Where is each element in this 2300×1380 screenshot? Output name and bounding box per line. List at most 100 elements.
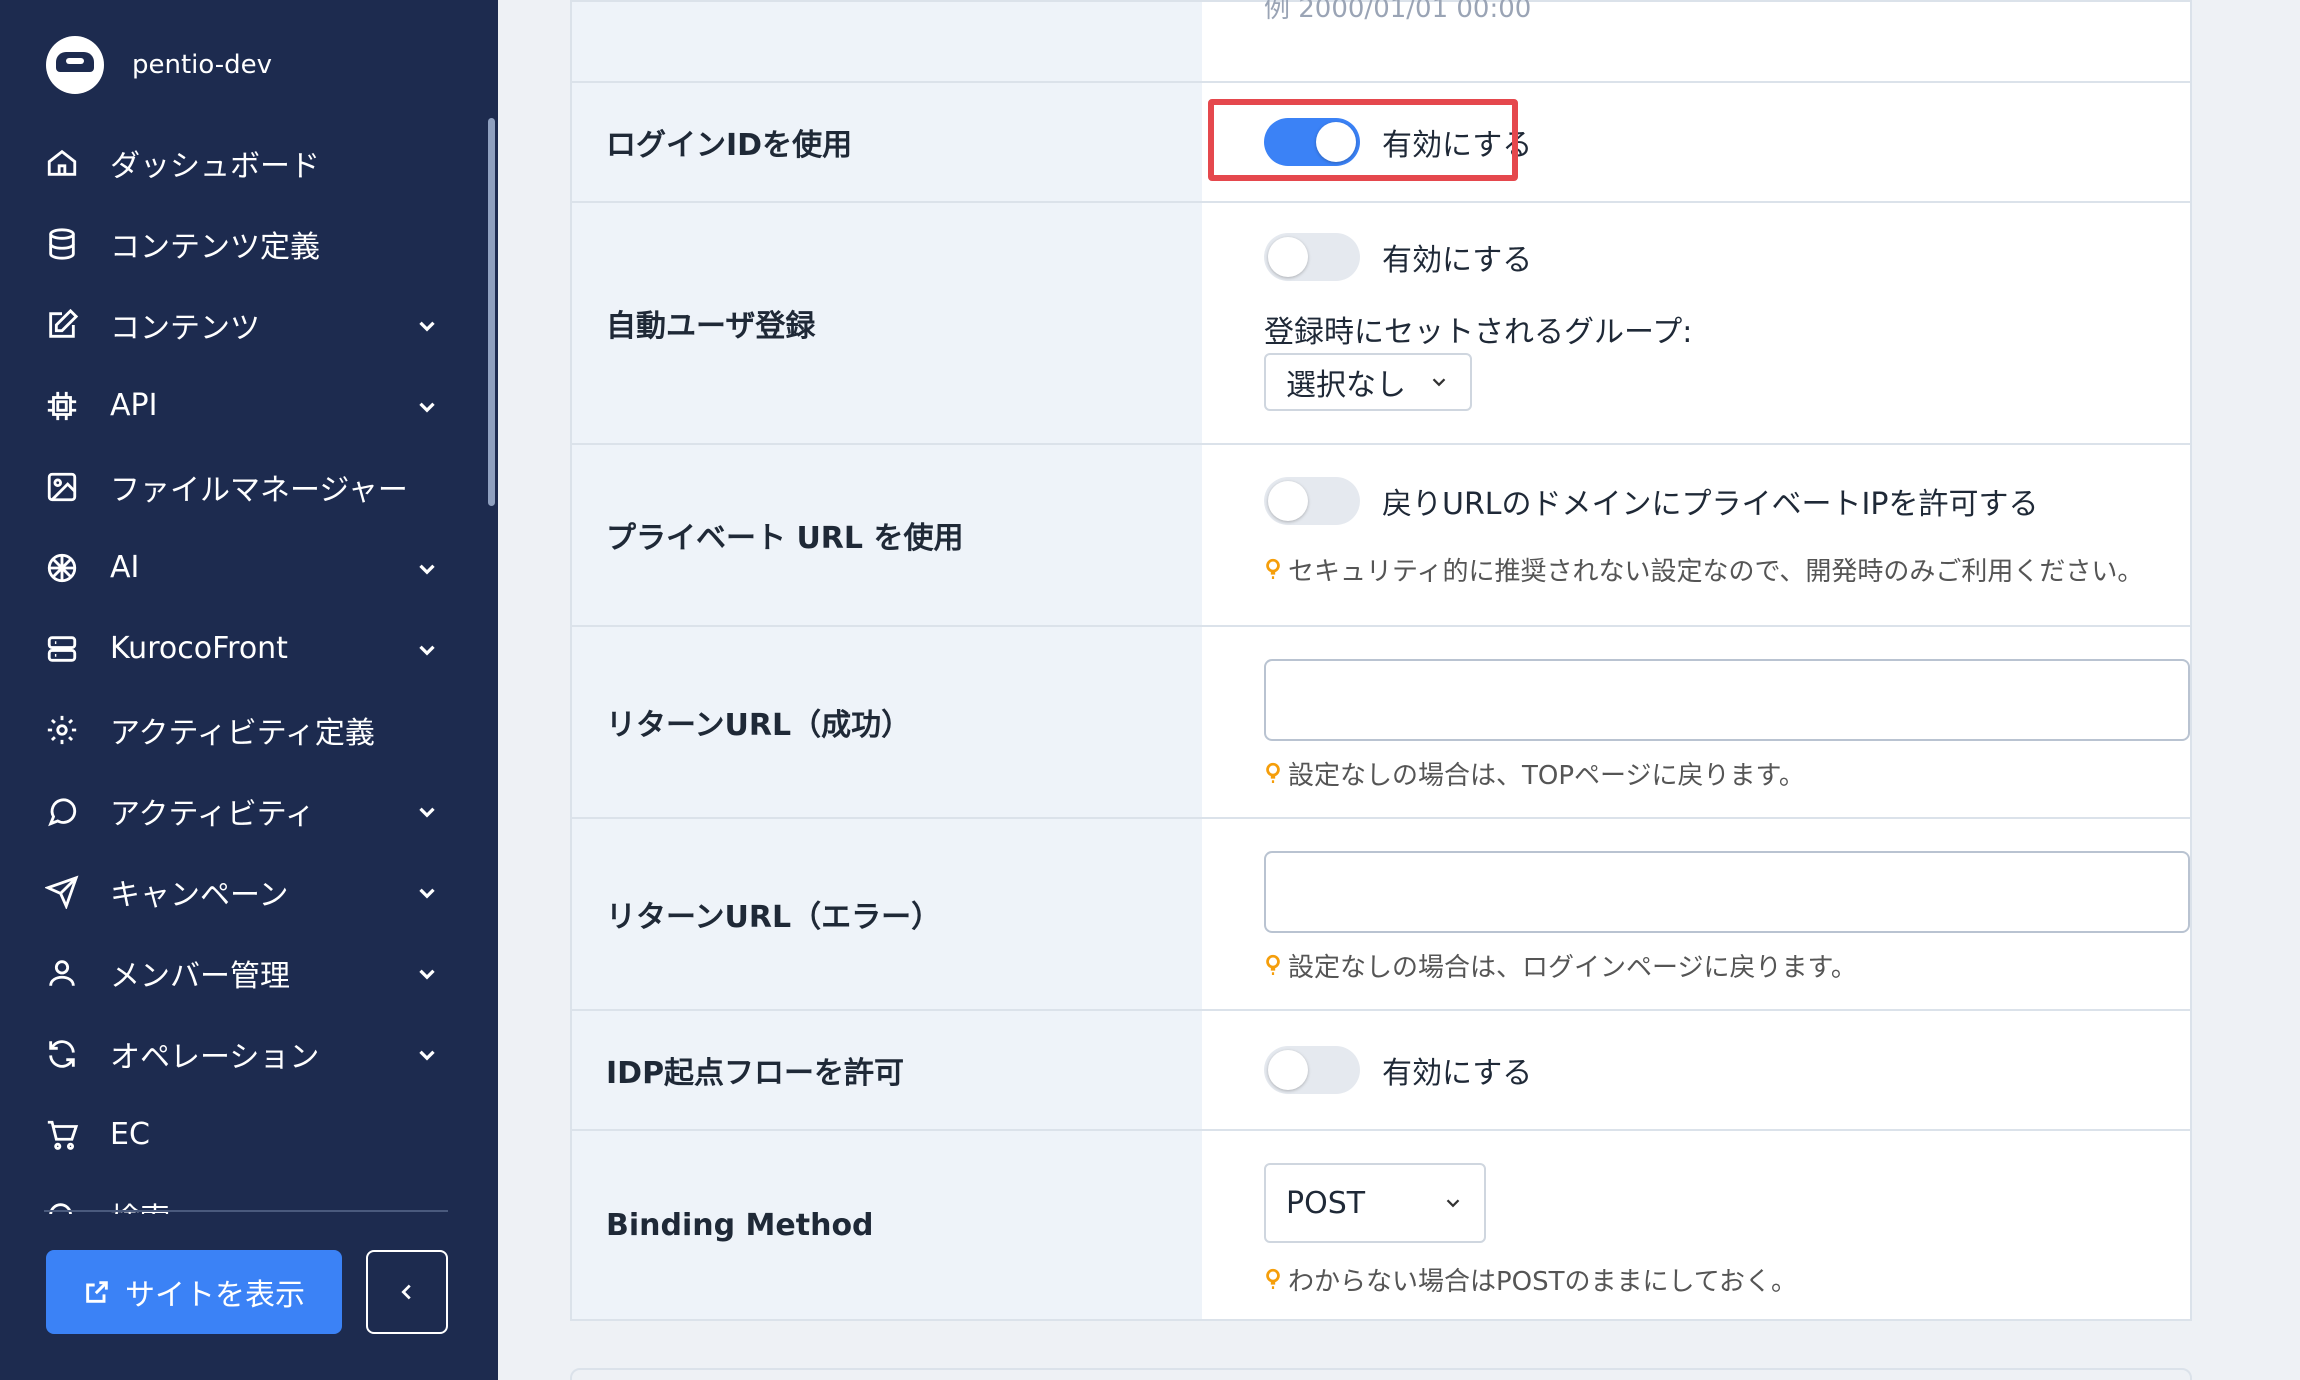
sidebar-item-label: AI xyxy=(110,550,140,585)
return-error-label: リターンURL（エラー） xyxy=(572,819,1202,1009)
external-link-icon xyxy=(86,1281,108,1303)
gear-icon xyxy=(44,712,80,748)
row-label-empty xyxy=(572,2,1202,81)
image-icon xyxy=(44,469,80,505)
lightbulb-icon xyxy=(1266,954,1280,975)
return-error-hint-text: 設定なしの場合は、ログインページに戻ります。 xyxy=(1288,953,1857,983)
binding-method-select[interactable]: POST xyxy=(1264,1163,1486,1243)
private-url-toggle-group[interactable]: 戻りURLのドメインにプライベートIPを許可する xyxy=(1264,477,2038,525)
chevron-down-icon xyxy=(414,393,440,419)
chat-icon xyxy=(44,793,80,829)
chevron-down-icon xyxy=(414,798,440,824)
form-row-auto-register: 自動ユーザ登録 有効にする 登録時にセットされるグループ: 選択なし xyxy=(572,201,2190,443)
return-success-hint-text: 設定なしの場合は、TOPページに戻ります。 xyxy=(1288,761,1805,791)
chevron-down-icon xyxy=(414,960,440,986)
return-success-hint: 設定なしの場合は、TOPページに戻ります。 xyxy=(1264,755,1805,792)
login-id-toggle[interactable] xyxy=(1264,118,1360,166)
sidebar-item[interactable]: API xyxy=(0,365,490,446)
view-site-label: サイトを表示 xyxy=(125,1278,305,1313)
idp-flow-toggle-label: 有効にする xyxy=(1382,1056,1533,1091)
sidebar-item-label: API xyxy=(110,388,158,423)
return-error-hint: 設定なしの場合は、ログインページに戻ります。 xyxy=(1264,947,1857,984)
brand-name: pentio-dev xyxy=(132,50,273,80)
binding-value: POST わからない場合はPOSTのままにしておく。 xyxy=(1202,1131,2190,1319)
ninja-logo-icon xyxy=(46,36,104,94)
private-url-hint: セキュリティ的に推奨されない設定なので、開発時のみご利用ください。 xyxy=(1264,551,2143,588)
chevron-down-icon xyxy=(1446,1199,1460,1208)
sidebar-item-label: オペレーション xyxy=(110,1039,320,1075)
sidebar-item[interactable]: アクティビティ定義 xyxy=(0,689,490,770)
binding-label: Binding Method xyxy=(572,1131,1202,1319)
sidebar-item-label: コンテンツ定義 xyxy=(110,229,320,265)
binding-hint: わからない場合はPOSTのままにしておく。 xyxy=(1264,1261,1797,1298)
form-row-return-error: リターンURL（エラー） 設定なしの場合は、ログインページに戻ります。 xyxy=(572,817,2190,1009)
chevron-down-icon xyxy=(414,1041,440,1067)
sidebar: pentio-dev ダッシュボード コンテンツ定義コンテンツ API ファイルマネー… xyxy=(0,0,498,1380)
return-error-value: 設定なしの場合は、ログインページに戻ります。 xyxy=(1202,819,2190,1009)
binding-hint-text: わからない場合はPOSTのままにしておく。 xyxy=(1288,1267,1797,1297)
view-site-button[interactable]: サイトを表示 xyxy=(46,1250,342,1334)
group-select-value: 選択なし xyxy=(1286,368,1406,403)
binding-method-value: POST xyxy=(1286,1185,1366,1221)
sidebar-item[interactable]: AI xyxy=(0,527,490,608)
form-row-private-url: プライベート URL を使用 戻りURLのドメインにプライベートIPを許可する … xyxy=(572,443,2190,625)
return-error-input[interactable] xyxy=(1264,851,2190,933)
home-icon xyxy=(44,145,80,181)
auto-register-value: 有効にする 登録時にセットされるグループ: 選択なし xyxy=(1202,203,2190,443)
sidebar-item-label: KurocoFront xyxy=(110,631,288,666)
next-section-card xyxy=(570,1368,2192,1380)
group-select-label: 登録時にセットされるグループ: xyxy=(1264,315,1693,350)
sidebar-item-label: メンバー管理 xyxy=(110,958,290,994)
chevron-down-icon xyxy=(414,636,440,662)
sidebar-divider xyxy=(44,1210,448,1212)
group-select[interactable]: 選択なし xyxy=(1264,353,1472,411)
sidebar-item[interactable]: ダッシュボード xyxy=(0,122,490,203)
auto-register-toggle[interactable] xyxy=(1264,233,1360,281)
sidebar-nav: ダッシュボード コンテンツ定義コンテンツ API ファイルマネージャー AI Kuroco… xyxy=(0,122,490,1214)
refresh-icon xyxy=(44,1036,80,1072)
server-icon xyxy=(44,631,80,667)
sidebar-item[interactable]: キャンペーン xyxy=(0,851,490,932)
row-value-date: 例 2000/01/01 00:00 xyxy=(1202,0,2190,81)
sidebar-item[interactable]: アクティビティ xyxy=(0,770,490,851)
sidebar-item-label: アクティビティ xyxy=(110,796,315,832)
idp-flow-value: 有効にする xyxy=(1202,1011,2190,1129)
idp-flow-toggle-group[interactable]: 有効にする xyxy=(1264,1046,1532,1094)
sidebar-item[interactable]: EC xyxy=(0,1094,490,1175)
collapse-sidebar-button[interactable] xyxy=(366,1250,448,1334)
return-success-input[interactable] xyxy=(1264,659,2190,741)
sidebar-item-label: ダッシュボード xyxy=(110,148,320,184)
idp-flow-toggle[interactable] xyxy=(1264,1046,1360,1094)
settings-form: 例 2000/01/01 00:00 ログインIDを使用 有効にする 自動ユーザ… xyxy=(570,0,2192,1321)
database-icon xyxy=(44,226,80,262)
sidebar-item[interactable]: メンバー管理 xyxy=(0,932,490,1013)
chevron-down-icon xyxy=(414,555,440,581)
sidebar-item[interactable]: オペレーション xyxy=(0,1013,490,1094)
lightbulb-icon xyxy=(1266,1268,1280,1289)
sidebar-item[interactable]: ファイルマネージャー xyxy=(0,446,490,527)
brand[interactable]: pentio-dev xyxy=(46,36,272,94)
chevron-down-icon xyxy=(414,879,440,905)
idp-flow-label: IDP起点フローを許可 xyxy=(572,1011,1202,1129)
sidebar-item[interactable]: コンテンツ定義 xyxy=(0,203,490,284)
login-id-value: 有効にする xyxy=(1202,83,2190,201)
form-row-idp-flow: IDP起点フローを許可 有効にする xyxy=(572,1009,2190,1129)
sidebar-item-label: キャンペーン xyxy=(110,877,289,913)
sidebar-item[interactable]: コンテンツ xyxy=(0,284,490,365)
cart-icon xyxy=(44,1117,80,1153)
private-url-toggle[interactable] xyxy=(1264,477,1360,525)
auto-register-toggle-group[interactable]: 有効にする xyxy=(1264,233,1532,281)
private-url-value: 戻りURLのドメインにプライベートIPを許可する セキュリティ的に推奨されない設… xyxy=(1202,445,2190,625)
sidebar-item[interactable]: KurocoFront xyxy=(0,608,490,689)
form-row-login-id: ログインIDを使用 有効にする xyxy=(572,81,2190,201)
date-placeholder-text: 例 2000/01/01 00:00 xyxy=(1264,0,1532,24)
form-row-date: 例 2000/01/01 00:00 xyxy=(572,0,2190,81)
auto-register-toggle-label: 有効にする xyxy=(1382,243,1533,278)
sidebar-scrollbar[interactable] xyxy=(488,118,495,506)
lightbulb-icon xyxy=(1266,762,1280,783)
sidebar-item[interactable]: 検索 xyxy=(0,1175,490,1214)
sidebar-item-label: アクティビティ定義 xyxy=(110,715,375,751)
chevron-down-icon xyxy=(414,312,440,338)
form-row-return-success: リターンURL（成功） 設定なしの場合は、TOPページに戻ります。 xyxy=(572,625,2190,817)
sidebar-item-label: EC xyxy=(110,1117,150,1152)
